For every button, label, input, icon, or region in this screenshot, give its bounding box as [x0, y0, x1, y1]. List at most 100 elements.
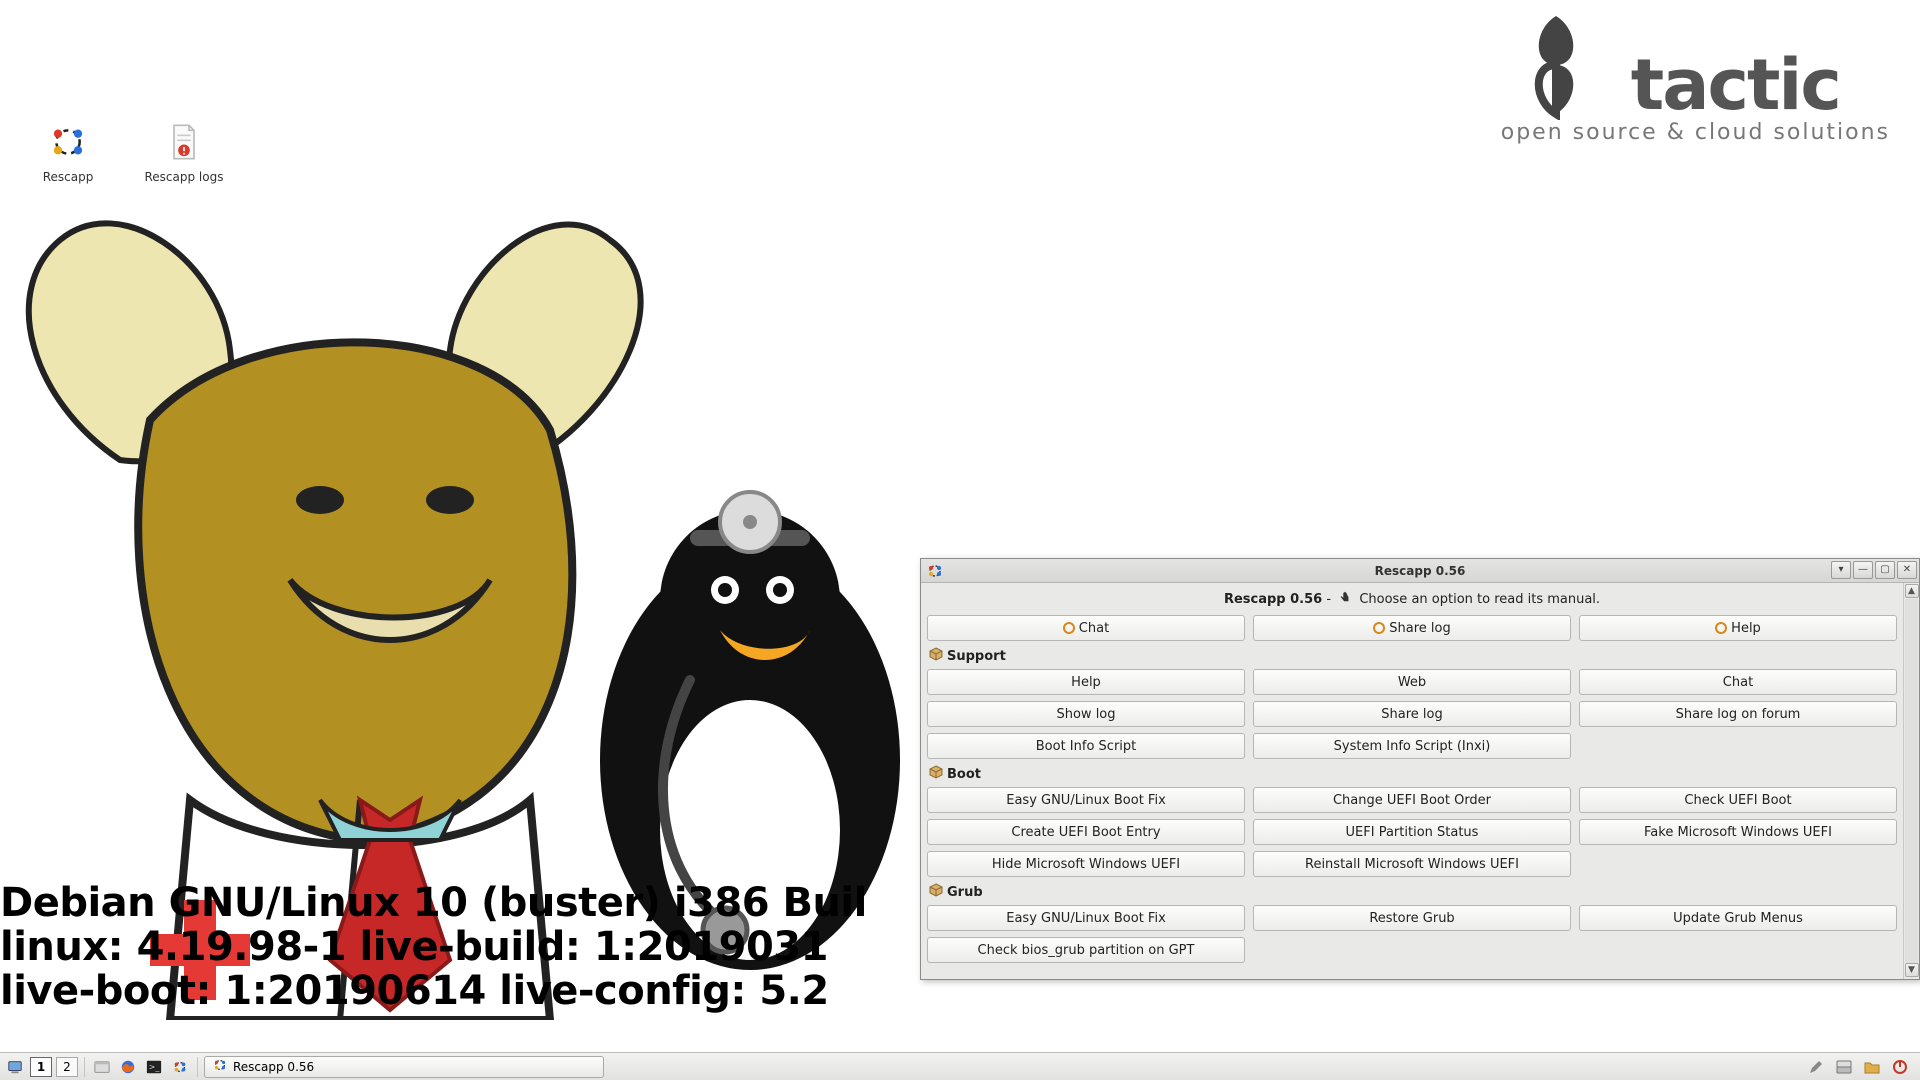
easy-gnu-linux-boot-fix-button[interactable]: Easy GNU/Linux Boot Fix: [927, 787, 1245, 813]
show-desktop-icon[interactable]: [4, 1056, 26, 1078]
edit-tray-icon[interactable]: [1806, 1057, 1826, 1077]
section-title: Support: [947, 649, 1006, 664]
button-label: Fake Microsoft Windows UEFI: [1644, 825, 1832, 840]
button-label: Web: [1398, 675, 1426, 690]
show-log-button[interactable]: Show log: [927, 701, 1245, 727]
button-label: System Info Script (Inxi): [1334, 739, 1491, 754]
workspace-2[interactable]: 2: [56, 1057, 78, 1077]
folder-tray-icon[interactable]: [1862, 1057, 1882, 1077]
button-row: Boot Info Script System Info Script (Inxi…: [927, 733, 1897, 759]
window-maximize-button[interactable]: ▢: [1875, 561, 1895, 579]
button-label: Check UEFI Boot: [1684, 793, 1791, 808]
easy-gnu-linux-boot-fix-button[interactable]: Easy GNU/Linux Boot Fix: [927, 905, 1245, 931]
check-uefi-boot-button[interactable]: Check UEFI Boot: [1579, 787, 1897, 813]
button-label: Share log: [1381, 707, 1442, 722]
package-icon: [929, 765, 943, 783]
hand-pointer-icon: [1339, 591, 1351, 607]
section-title: Boot: [947, 767, 981, 782]
svg-text:>_: >_: [149, 1062, 161, 1071]
button-label: Share log on forum: [1676, 707, 1801, 722]
rescapp-launcher-icon[interactable]: [169, 1056, 191, 1078]
header-tail: Choose an option to read its manual.: [1359, 592, 1600, 607]
button-label: Chat: [1723, 675, 1753, 690]
debian-line2: linux: 4.19.98-1 live-build: 1:2019031: [0, 924, 867, 970]
web-button[interactable]: Web: [1253, 669, 1571, 695]
firefox-icon[interactable]: [117, 1056, 139, 1078]
scrollbar-up-arrow[interactable]: ▲: [1905, 584, 1919, 598]
desktop-icon-label: Rescapp logs: [145, 170, 224, 184]
section-head-support: Support: [929, 647, 1897, 665]
package-icon: [929, 883, 943, 901]
button-label: Restore Grub: [1369, 911, 1454, 926]
help-button[interactable]: Help: [927, 669, 1245, 695]
window-header-line: Rescapp 0.56 - Choose an option to read …: [927, 587, 1897, 615]
button-label: UEFI Partition Status: [1346, 825, 1479, 840]
window-controls: ▾ — ▢ ✕: [1831, 561, 1917, 579]
share-log-button[interactable]: Share log: [1253, 701, 1571, 727]
scrollbar-down-arrow[interactable]: ▼: [1905, 963, 1919, 977]
gear-icon: [1373, 622, 1385, 634]
change-uefi-boot-order-button[interactable]: Change UEFI Boot Order: [1253, 787, 1571, 813]
task-app-icon: [213, 1058, 227, 1075]
scrollbar-track[interactable]: [1905, 599, 1918, 963]
section-title: Grub: [947, 885, 983, 900]
wallpaper-debian-text: Debian GNU/Linux 10 (buster) i386 Buil l…: [0, 880, 867, 1012]
desktop-icon-rescapp[interactable]: Rescapp: [28, 118, 108, 184]
section-head-boot: Boot: [929, 765, 1897, 783]
top-share-log-button[interactable]: Share log: [1253, 615, 1571, 641]
button-row: Easy GNU/Linux Boot Fix Change UEFI Boot …: [927, 787, 1897, 813]
top-chat-button[interactable]: Chat: [927, 615, 1245, 641]
header-strong: Rescapp 0.56: [1224, 592, 1322, 607]
share-log-on-forum-button[interactable]: Share log on forum: [1579, 701, 1897, 727]
window-title: Rescapp 0.56: [921, 564, 1919, 578]
window-minimize-button[interactable]: —: [1853, 561, 1873, 579]
button-row: Help Web Chat: [927, 669, 1897, 695]
window-titlebar[interactable]: Rescapp 0.56 ▾ — ▢ ✕: [921, 559, 1919, 583]
button-row: Hide Microsoft Windows UEFI Reinstall Mic…: [927, 851, 1897, 877]
document-icon: [160, 118, 208, 166]
vertical-scrollbar[interactable]: ▲ ▼: [1903, 583, 1919, 979]
taskbar-separator: [197, 1057, 198, 1077]
section-head-grub: Grub: [929, 883, 1897, 901]
window-sections: Support Help Web Chat Show log Share log Share…: [927, 647, 1897, 963]
button-label: Reinstall Microsoft Windows UEFI: [1305, 857, 1519, 872]
rescapp-icon: [44, 118, 92, 166]
hide-microsoft-windows-uefi-button[interactable]: Hide Microsoft Windows UEFI: [927, 851, 1245, 877]
file-manager-icon[interactable]: [91, 1056, 113, 1078]
reinstall-microsoft-windows-uefi-button[interactable]: Reinstall Microsoft Windows UEFI: [1253, 851, 1571, 877]
window-close-button[interactable]: ✕: [1897, 561, 1917, 579]
button-label: Change UEFI Boot Order: [1333, 793, 1491, 808]
desktop-icons: Rescapp Rescapp logs: [28, 118, 224, 184]
uefi-partition-status-button[interactable]: UEFI Partition Status: [1253, 819, 1571, 845]
button-label: Easy GNU/Linux Boot Fix: [1006, 911, 1166, 926]
fake-microsoft-windows-uefi-button[interactable]: Fake Microsoft Windows UEFI: [1579, 819, 1897, 845]
top-help-button[interactable]: Help: [1579, 615, 1897, 641]
disk-tray-icon[interactable]: [1834, 1057, 1854, 1077]
chat-button[interactable]: Chat: [1579, 669, 1897, 695]
taskbar: 1 2 >_ Rescapp 0.56: [0, 1052, 1920, 1080]
button-label: Easy GNU/Linux Boot Fix: [1006, 793, 1166, 808]
check-bios-grub-partition-on-gpt-button[interactable]: Check bios_grub partition on GPT: [927, 937, 1245, 963]
tactic-mark-icon: [1501, 10, 1611, 120]
debian-line3: live-boot: 1:20190614 live-config: 5.2: [0, 968, 867, 1014]
button-label: Show log: [1056, 707, 1115, 722]
tactic-logo: tactic open source & cloud solutions: [1501, 10, 1890, 145]
restore-grub-button[interactable]: Restore Grub: [1253, 905, 1571, 931]
debian-line1: Debian GNU/Linux 10 (buster) i386 Buil: [0, 880, 867, 926]
gear-icon: [1715, 622, 1727, 634]
boot-info-script-button[interactable]: Boot Info Script: [927, 733, 1245, 759]
update-grub-menus-button[interactable]: Update Grub Menus: [1579, 905, 1897, 931]
desktop-icon-label: Rescapp: [43, 170, 94, 184]
system-info-script-inxi-button[interactable]: System Info Script (Inxi): [1253, 733, 1571, 759]
terminal-icon[interactable]: >_: [143, 1056, 165, 1078]
tactic-brand-text: tactic: [1631, 50, 1840, 120]
button-row: Create UEFI Boot Entry UEFI Partition Sta…: [927, 819, 1897, 845]
desktop-icon-rescapp-logs[interactable]: Rescapp logs: [144, 118, 224, 184]
taskbar-task-rescapp[interactable]: Rescapp 0.56: [204, 1056, 604, 1078]
button-label: Chat: [1079, 621, 1109, 636]
power-tray-icon[interactable]: [1890, 1057, 1910, 1077]
workspace-1[interactable]: 1: [30, 1057, 52, 1077]
window-keep-above-button[interactable]: ▾: [1831, 561, 1851, 579]
create-uefi-boot-entry-button[interactable]: Create UEFI Boot Entry: [927, 819, 1245, 845]
top-button-row: Chat Share log Help: [927, 615, 1897, 641]
